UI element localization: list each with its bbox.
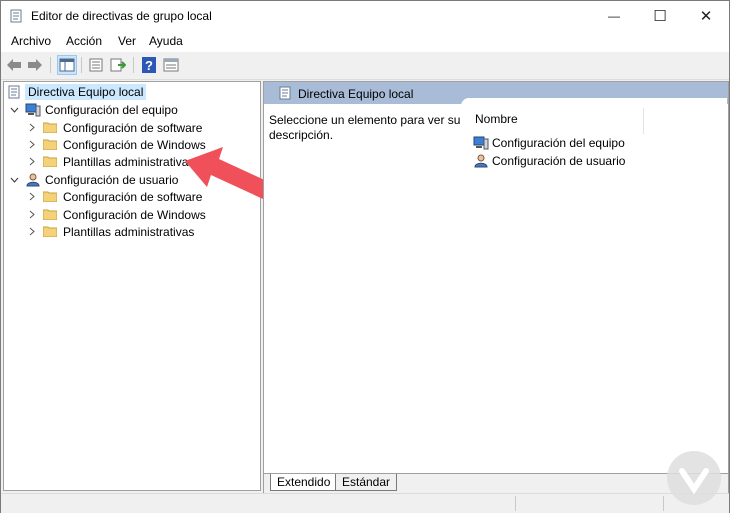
properties-icon xyxy=(89,58,103,72)
forward-icon xyxy=(28,59,42,71)
tree-item-usuario-windows[interactable]: Configuración de Windows xyxy=(27,206,206,223)
column-separator[interactable] xyxy=(643,108,644,134)
toolbar-separator xyxy=(133,57,134,73)
minimize-button[interactable]: — xyxy=(591,1,637,31)
annotation-arrow-icon xyxy=(185,147,271,199)
tree-item-configuracion-usuario[interactable]: Configuración de usuario xyxy=(9,171,178,188)
back-button[interactable] xyxy=(5,56,23,74)
group-policy-app-icon xyxy=(10,9,22,23)
details-view-button[interactable] xyxy=(162,56,180,74)
list-item-label: Configuración del equipo xyxy=(492,135,625,150)
toolbar: ? xyxy=(1,52,729,80)
tree-root-label: Directiva Equipo local xyxy=(25,83,147,100)
tree-item-label: Configuración de software xyxy=(63,189,203,204)
maximize-icon: ☐ xyxy=(653,8,667,25)
tab-estandar[interactable]: Estándar xyxy=(335,474,398,491)
menu-archivo[interactable]: Archivo xyxy=(11,34,51,48)
export-list-icon xyxy=(110,58,126,72)
watermark-logo-icon xyxy=(667,451,721,505)
details-pane: Directiva Equipo local Seleccione un ele… xyxy=(263,81,729,493)
status-divider xyxy=(515,496,516,511)
computer-icon xyxy=(25,103,41,116)
status-bar xyxy=(1,493,729,513)
minimize-icon: — xyxy=(608,9,620,23)
properties-button[interactable] xyxy=(87,56,105,74)
tree-pane: Directiva Equipo local Configuración del… xyxy=(3,81,261,491)
chevron-right-icon[interactable] xyxy=(27,192,37,202)
tree-item-label: Configuración de Windows xyxy=(63,207,206,222)
computer-icon xyxy=(473,136,489,149)
folder-icon xyxy=(42,122,58,134)
description-text: Seleccione un elemento para ver su descr… xyxy=(269,113,461,142)
folder-icon xyxy=(42,156,58,168)
tree-item-label: Plantillas administrativas xyxy=(63,224,195,239)
policy-document-icon xyxy=(8,85,20,98)
tab-extendido[interactable]: Extendido xyxy=(270,474,338,491)
menu-bar: Archivo Acción Ver Ayuda xyxy=(1,31,729,52)
list-item-label: Configuración de usuario xyxy=(492,153,626,168)
chevron-right-icon[interactable] xyxy=(27,140,37,150)
tree-item-usuario-plantillas[interactable]: Plantillas administrativas xyxy=(27,223,194,240)
help-icon: ? xyxy=(142,57,156,73)
tree-item-label: Configuración de software xyxy=(63,120,203,135)
tree-item-equipo-windows[interactable]: Configuración de Windows xyxy=(27,136,206,153)
items-list: Nombre Configuración del equipo Configur… xyxy=(461,98,727,478)
chevron-right-icon[interactable] xyxy=(27,210,37,220)
tree-item-equipo-plantillas[interactable]: Plantillas administrativas xyxy=(27,153,194,170)
chevron-down-icon[interactable] xyxy=(9,105,19,115)
user-icon xyxy=(474,154,488,167)
column-header-nombre[interactable]: Nombre xyxy=(475,112,518,126)
back-icon xyxy=(7,59,21,71)
tree-item-label: Configuración de usuario xyxy=(45,172,179,187)
policy-document-icon xyxy=(279,86,291,100)
tree-item-equipo-software[interactable]: Configuración de software xyxy=(27,119,202,136)
maximize-button[interactable]: ☐ xyxy=(637,1,683,31)
chevron-right-icon[interactable] xyxy=(27,227,37,237)
title-bar: Editor de directivas de grupo local — ☐ … xyxy=(1,1,729,31)
menu-ver[interactable]: Ver xyxy=(118,34,136,48)
chevron-down-icon[interactable] xyxy=(9,175,19,185)
folder-icon xyxy=(42,226,58,238)
folder-icon xyxy=(42,139,58,151)
tree-root[interactable]: Directiva Equipo local xyxy=(7,83,147,100)
tree-item-usuario-software[interactable]: Configuración de software xyxy=(27,188,202,205)
details-view-icon xyxy=(163,58,179,72)
export-list-button[interactable] xyxy=(109,56,127,74)
list-item-equipo[interactable]: Configuración del equipo xyxy=(473,134,625,151)
list-item-usuario[interactable]: Configuración de usuario xyxy=(473,152,625,169)
toolbar-separator xyxy=(50,57,51,73)
svg-text:?: ? xyxy=(145,58,153,73)
tree-item-label: Plantillas administrativas xyxy=(63,154,195,169)
view-tabs: Extendido Estándar xyxy=(264,473,728,493)
status-divider xyxy=(663,496,664,511)
tree-item-label: Configuración del equipo xyxy=(45,102,178,117)
user-icon xyxy=(26,173,40,186)
toolbar-separator xyxy=(81,57,82,73)
help-button[interactable]: ? xyxy=(140,56,158,74)
window-title: Editor de directivas de grupo local xyxy=(31,9,212,23)
menu-accion[interactable]: Acción xyxy=(66,34,102,48)
main-window: Editor de directivas de grupo local — ☐ … xyxy=(0,0,730,513)
forward-button[interactable] xyxy=(26,56,44,74)
folder-icon xyxy=(42,191,58,203)
close-icon: ✕ xyxy=(699,8,713,25)
chevron-right-icon[interactable] xyxy=(27,157,37,167)
chevron-right-icon[interactable] xyxy=(27,123,37,133)
tree-item-configuracion-equipo[interactable]: Configuración del equipo xyxy=(9,101,178,118)
menu-ayuda[interactable]: Ayuda xyxy=(149,34,183,48)
close-button[interactable]: ✕ xyxy=(683,1,729,31)
show-hide-tree-icon xyxy=(59,58,75,72)
folder-icon xyxy=(42,209,58,221)
show-hide-tree-button[interactable] xyxy=(57,55,77,75)
details-header-title: Directiva Equipo local xyxy=(298,87,414,101)
